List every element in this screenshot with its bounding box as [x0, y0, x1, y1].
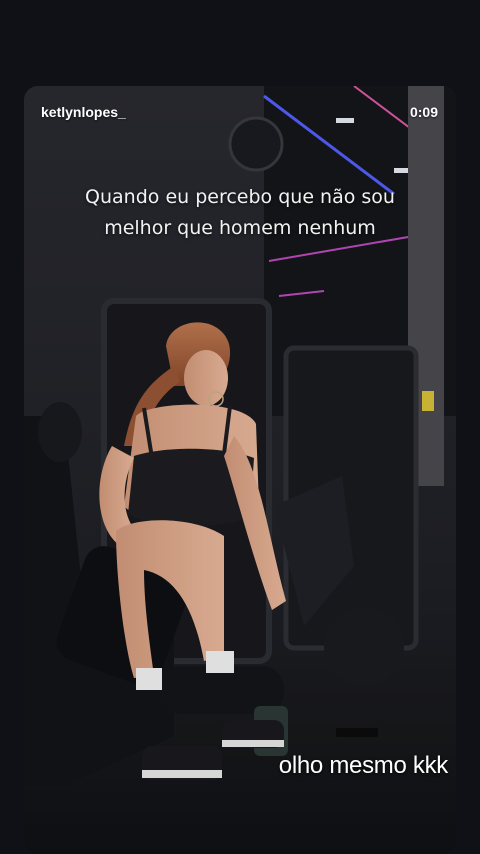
username-label[interactable]: ketlynlopes_ — [41, 104, 126, 120]
video-caption: Quando eu percebo que não sou melhor que… — [24, 182, 456, 244]
story-viewer: ketlynlopes_ 0:09 Quando eu percebo que … — [0, 0, 480, 854]
caption-line-1: Quando eu percebo que não sou — [85, 186, 395, 208]
video-frame[interactable]: ketlynlopes_ 0:09 Quando eu percebo que … — [24, 86, 456, 854]
video-timer: 0:09 — [409, 104, 438, 120]
overlay-text: olho mesmo kkk — [278, 752, 449, 779]
caption-line-2: melhor que homem nenhum — [104, 217, 376, 239]
